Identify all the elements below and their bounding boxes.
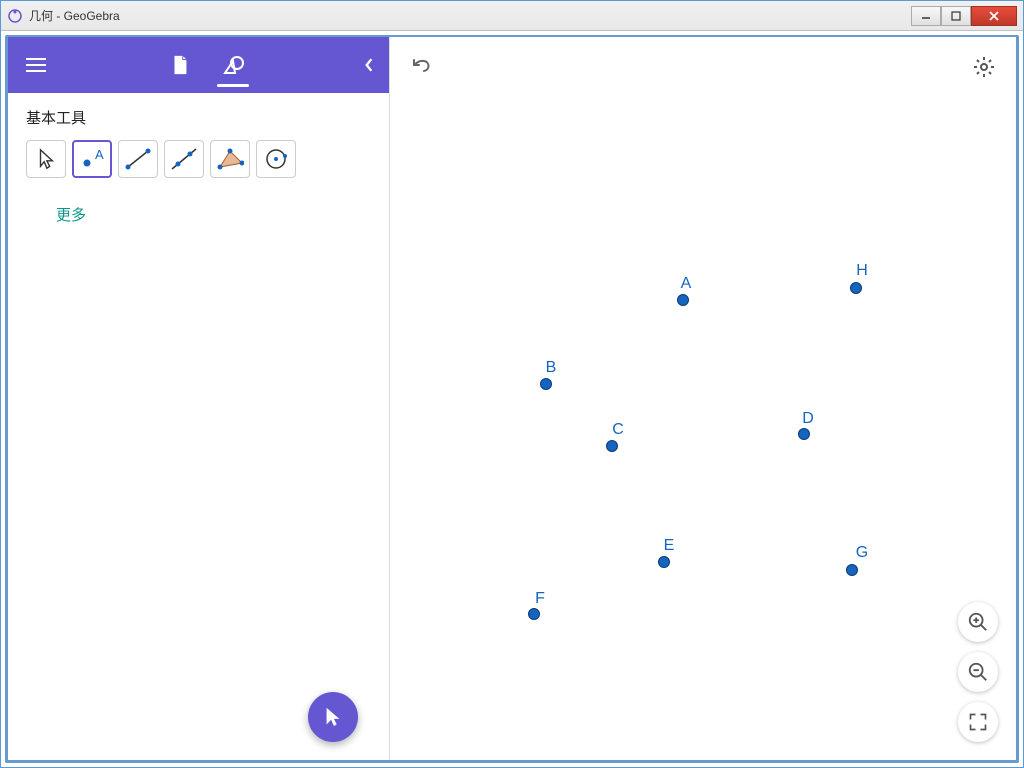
zoom-in-icon: [967, 611, 989, 633]
tab-algebra[interactable]: [169, 37, 191, 93]
tool-point[interactable]: A: [72, 140, 112, 178]
point-F[interactable]: [528, 608, 540, 620]
tool-move[interactable]: [26, 140, 66, 178]
tools-title: 基本工具: [26, 107, 371, 128]
point-E[interactable]: [658, 556, 670, 568]
geometry-icon: [221, 53, 245, 77]
minimize-button[interactable]: [911, 6, 941, 26]
point-A[interactable]: [677, 294, 689, 306]
zoom-out-button[interactable]: [958, 652, 998, 692]
point-label-H: H: [856, 262, 868, 280]
chevron-left-icon: [364, 58, 374, 72]
maximize-button[interactable]: [941, 6, 971, 26]
more-tools-link[interactable]: 更多: [56, 204, 371, 225]
point-H[interactable]: [850, 282, 862, 294]
point-label-B: B: [546, 359, 557, 377]
collapse-sidebar-button[interactable]: [349, 37, 389, 93]
point-label-E: E: [664, 537, 675, 555]
tab-tools[interactable]: [221, 37, 245, 93]
point-D[interactable]: [798, 428, 810, 440]
point-label-D: D: [802, 410, 814, 428]
app-icon: [7, 8, 23, 24]
menu-button[interactable]: [8, 37, 64, 93]
tools-panel: 基本工具 A 更多: [8, 93, 389, 239]
zoom-out-icon: [967, 661, 989, 683]
fullscreen-icon: [968, 712, 988, 732]
undo-button[interactable]: [404, 49, 440, 85]
fab-move-tool[interactable]: [308, 692, 358, 742]
point-G[interactable]: [846, 564, 858, 576]
tool-polygon[interactable]: [210, 140, 250, 178]
sidebar: 基本工具 A 更多: [8, 37, 390, 760]
point-C[interactable]: [606, 440, 618, 452]
undo-icon: [410, 55, 434, 79]
tool-segment[interactable]: [118, 140, 158, 178]
fullscreen-button[interactable]: [958, 702, 998, 742]
window-title: 几何 - GeoGebra: [29, 7, 911, 24]
zoom-in-button[interactable]: [958, 602, 998, 642]
sidebar-header: [8, 37, 389, 93]
document-icon: [169, 54, 191, 76]
tool-line[interactable]: [164, 140, 204, 178]
graphics-canvas[interactable]: A B C D E F G H: [390, 37, 1016, 760]
close-button[interactable]: [971, 6, 1017, 26]
point-B[interactable]: [540, 378, 552, 390]
tool-circle[interactable]: [256, 140, 296, 178]
window-titlebar: 几何 - GeoGebra: [1, 1, 1023, 31]
point-label-C: C: [612, 421, 624, 439]
point-label-G: G: [856, 544, 868, 562]
cursor-icon: [323, 706, 343, 728]
gear-icon: [972, 55, 996, 79]
point-label-F: F: [535, 590, 545, 608]
settings-button[interactable]: [966, 49, 1002, 85]
point-label-A: A: [681, 275, 692, 293]
svg-text:A: A: [95, 147, 104, 162]
